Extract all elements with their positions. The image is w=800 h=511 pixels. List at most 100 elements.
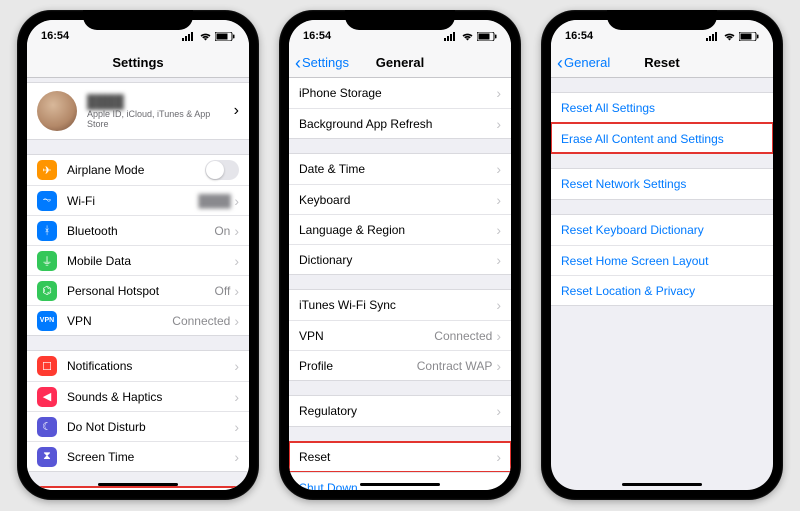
row-reset-location-privacy[interactable]: Reset Location & Privacy: [551, 275, 773, 305]
row-language-region[interactable]: Language & Region›: [289, 214, 511, 244]
row-shut-down[interactable]: Shut Down: [289, 472, 511, 490]
row-iphone-storage[interactable]: iPhone Storage›: [289, 78, 511, 108]
apple-id-row[interactable]: ████ Apple ID, iCloud, iTunes & App Stor…: [27, 82, 249, 140]
row-background-app-refresh[interactable]: Background App Refresh›: [289, 108, 511, 138]
row-label: Reset Network Settings: [561, 177, 763, 191]
chevron-right-icon: ›: [234, 253, 239, 269]
link-icon: ⌬: [37, 281, 57, 301]
row-airplane-mode[interactable]: ✈︎ Airplane Mode: [27, 155, 249, 185]
battery-icon: [477, 32, 497, 41]
row-value: ████: [198, 194, 230, 208]
status-icons: [182, 32, 235, 41]
content[interactable]: ████ Apple ID, iCloud, iTunes & App Stor…: [27, 78, 249, 490]
navbar: ‹ Settings General: [289, 48, 511, 78]
airplane-icon: ✈︎: [37, 160, 57, 180]
bell-icon: ☐: [37, 356, 57, 376]
back-button[interactable]: ‹ General: [557, 54, 610, 72]
row-bluetooth[interactable]: ᚼBluetoothOn›: [27, 215, 249, 245]
signal-icon: [706, 32, 720, 41]
row-sounds-haptics[interactable]: ◀︎Sounds & Haptics›: [27, 381, 249, 411]
row-label: Reset: [299, 450, 496, 464]
battery-icon: [739, 32, 759, 41]
chevron-right-icon: ›: [496, 222, 501, 238]
profile-name: ████: [87, 94, 234, 109]
row-label: Do Not Disturb: [67, 420, 234, 434]
row-wi-fi[interactable]: ⏦Wi-Fi████›: [27, 185, 249, 215]
battery-icon: [215, 32, 235, 41]
row-label: Airplane Mode: [67, 163, 205, 177]
phone-reset: 16:54 ‹ General Reset Reset All Settings…: [541, 10, 783, 500]
row-general[interactable]: ⚙︎General›: [27, 487, 249, 490]
chevron-right-icon: ›: [234, 313, 239, 329]
row-profile[interactable]: ProfileContract WAP›: [289, 350, 511, 380]
row-screen-time[interactable]: ⧗Screen Time›: [27, 441, 249, 471]
antenna-icon: ⏚: [37, 251, 57, 271]
row-erase-all-content-and-settings[interactable]: Erase All Content and Settings: [551, 123, 773, 153]
chevron-right-icon: ›: [234, 102, 239, 120]
chevron-right-icon: ›: [496, 252, 501, 268]
screen: 16:54 ‹ General Reset Reset All Settings…: [551, 20, 773, 490]
bluetooth-icon: ᚼ: [37, 221, 57, 241]
back-button[interactable]: ‹ Settings: [295, 54, 349, 72]
row-label: Erase All Content and Settings: [561, 132, 763, 146]
chevron-right-icon: ›: [496, 192, 501, 208]
screen: 16:54 ‹ Settings General iPhone Storage›…: [289, 20, 511, 490]
row-reset-keyboard-dictionary[interactable]: Reset Keyboard Dictionary: [551, 215, 773, 245]
chevron-right-icon: ›: [234, 193, 239, 209]
row-reset-network-settings[interactable]: Reset Network Settings: [551, 169, 773, 199]
row-label: Language & Region: [299, 223, 496, 237]
row-date-time[interactable]: Date & Time›: [289, 154, 511, 184]
chevron-right-icon: ›: [496, 116, 501, 132]
row-label: Keyboard: [299, 193, 496, 207]
navbar: ‹ General Reset: [551, 48, 773, 78]
home-indicator[interactable]: [622, 483, 702, 486]
row-regulatory[interactable]: Regulatory›: [289, 396, 511, 426]
row-personal-hotspot[interactable]: ⌬Personal HotspotOff›: [27, 275, 249, 305]
row-value: Off: [215, 284, 231, 298]
row-itunes-wi-fi-sync[interactable]: iTunes Wi-Fi Sync›: [289, 290, 511, 320]
wifi-status-icon: [461, 32, 474, 41]
chevron-right-icon: ›: [234, 419, 239, 435]
row-value: Contract WAP: [417, 359, 493, 373]
phone-general: 16:54 ‹ Settings General iPhone Storage›…: [279, 10, 521, 500]
row-do-not-disturb[interactable]: ☾Do Not Disturb›: [27, 411, 249, 441]
row-label: Mobile Data: [67, 254, 234, 268]
chevron-right-icon: ›: [496, 85, 501, 101]
row-vpn[interactable]: VPNConnected›: [289, 320, 511, 350]
chevron-right-icon: ›: [234, 358, 239, 374]
row-reset[interactable]: Reset›: [289, 442, 511, 472]
row-reset-home-screen-layout[interactable]: Reset Home Screen Layout: [551, 245, 773, 275]
toggle-switch[interactable]: [205, 160, 239, 180]
chevron-right-icon: ›: [234, 283, 239, 299]
home-indicator[interactable]: [360, 483, 440, 486]
phone-settings: 16:54 Settings ████ Apple ID, iCloud, iT…: [17, 10, 259, 500]
row-dictionary[interactable]: Dictionary›: [289, 244, 511, 274]
row-keyboard[interactable]: Keyboard›: [289, 184, 511, 214]
row-vpn[interactable]: VPNVPNConnected›: [27, 305, 249, 335]
chevron-left-icon: ‹: [557, 54, 563, 72]
chevron-right-icon: ›: [496, 403, 501, 419]
avatar: [37, 91, 77, 131]
row-label: Dictionary: [299, 253, 496, 267]
row-reset-all-settings[interactable]: Reset All Settings: [551, 93, 773, 123]
page-title: Settings: [112, 55, 163, 70]
row-label: Reset All Settings: [561, 101, 763, 115]
chevron-right-icon: ›: [496, 358, 501, 374]
row-label: Background App Refresh: [299, 117, 496, 131]
row-mobile-data[interactable]: ⏚ Mobile Data›: [27, 245, 249, 275]
status-time: 16:54: [303, 30, 331, 42]
back-label: Settings: [302, 55, 349, 70]
content[interactable]: Reset All Settings Erase All Content and …: [551, 78, 773, 490]
home-indicator[interactable]: [98, 483, 178, 486]
row-label: Reset Location & Privacy: [561, 284, 763, 298]
row-notifications[interactable]: ☐Notifications›: [27, 351, 249, 381]
row-label: Sounds & Haptics: [67, 390, 234, 404]
row-label: Wi-Fi: [67, 194, 198, 208]
chevron-right-icon: ›: [496, 328, 501, 344]
notch: [345, 10, 455, 30]
row-label: Bluetooth: [67, 224, 214, 238]
chevron-right-icon: ›: [496, 161, 501, 177]
row-label: Regulatory: [299, 404, 496, 418]
content[interactable]: iPhone Storage›Background App Refresh› D…: [289, 78, 511, 490]
navbar: Settings: [27, 48, 249, 78]
